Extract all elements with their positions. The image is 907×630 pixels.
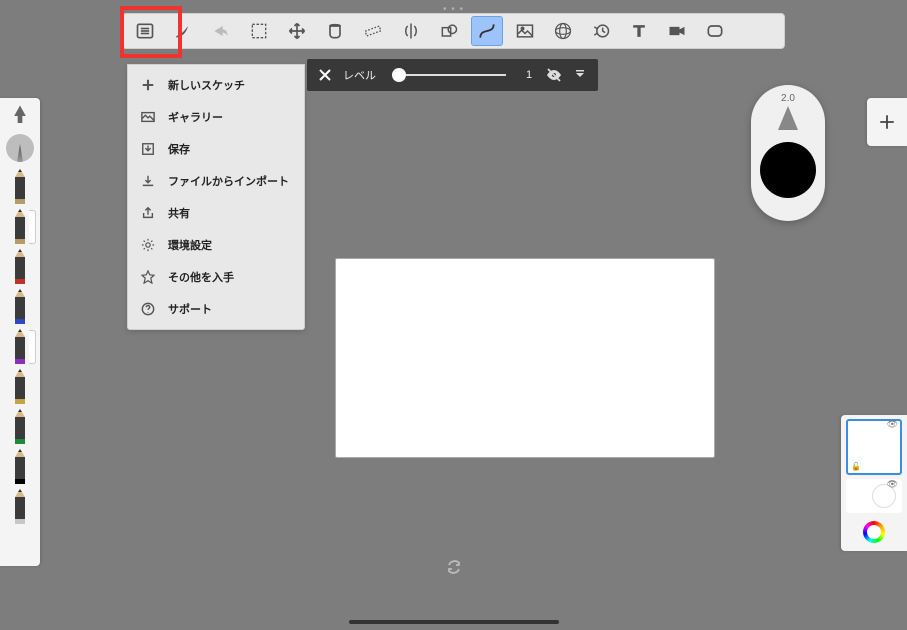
menu-save[interactable]: 保存	[128, 133, 304, 165]
timelapse-tool[interactable]	[585, 16, 617, 46]
pencil-4[interactable]	[9, 328, 31, 366]
pencil-2[interactable]	[9, 248, 31, 286]
level-bar: レベル 1	[307, 59, 598, 91]
home-indicator	[349, 620, 559, 624]
import-icon	[140, 173, 156, 189]
brush-tool[interactable]	[167, 16, 199, 46]
menu-gallery[interactable]: ギャラリー	[128, 101, 304, 133]
pencil-7[interactable]	[9, 448, 31, 486]
menu-share[interactable]: 共有	[128, 197, 304, 229]
pencil-5[interactable]	[9, 368, 31, 406]
gallery-icon	[140, 109, 156, 125]
canvas-area[interactable]	[335, 258, 715, 458]
menu-preferences[interactable]: 環境設定	[128, 229, 304, 261]
layer-visibility-icon[interactable]: 👁	[887, 419, 898, 430]
star-icon	[140, 269, 156, 285]
layer-background[interactable]: 👁	[846, 479, 902, 513]
pencil-3[interactable]	[9, 288, 31, 326]
pencil-6[interactable]	[9, 408, 31, 446]
menu-new-sketch[interactable]: 新しいスケッチ	[128, 69, 304, 101]
gear-icon	[140, 237, 156, 253]
pencil-1[interactable]	[9, 208, 31, 246]
brush-color-swatch[interactable]	[760, 142, 816, 198]
pencil-8[interactable]	[9, 488, 31, 526]
brush-rail-top-icon[interactable]	[6, 102, 34, 130]
select-tool[interactable]	[243, 16, 275, 46]
transform-tool[interactable]	[281, 16, 313, 46]
menu-label: 共有	[168, 205, 190, 221]
menu-label: 保存	[168, 141, 190, 157]
level-label: レベル	[343, 67, 376, 83]
pencil-list	[0, 168, 40, 526]
brush-nib-icon	[775, 106, 801, 136]
brush-puck[interactable]: 2.0	[751, 85, 825, 221]
level-visibility-icon[interactable]	[546, 67, 562, 83]
color-picker-button[interactable]	[863, 521, 885, 543]
plus-icon	[140, 77, 156, 93]
symmetry-tool[interactable]	[395, 16, 427, 46]
shape-tool[interactable]	[433, 16, 465, 46]
menu-import[interactable]: ファイルからインポート	[128, 165, 304, 197]
ruler-tool[interactable]	[357, 16, 389, 46]
level-value: 1	[522, 69, 536, 81]
help-icon	[140, 301, 156, 317]
fullscreen-tool[interactable]	[699, 16, 731, 46]
layer-lock-icon[interactable]: 🔓	[851, 462, 861, 471]
brush-preview-circle[interactable]	[6, 134, 34, 162]
fill-tool[interactable]	[319, 16, 351, 46]
share-icon	[140, 205, 156, 221]
brush-size-label: 2.0	[781, 93, 795, 104]
save-icon	[140, 141, 156, 157]
menu-label: サポート	[168, 301, 212, 317]
curve-tool[interactable]	[471, 16, 503, 46]
image-tool[interactable]	[509, 16, 541, 46]
level-close-button[interactable]	[317, 67, 333, 83]
menu-button[interactable]	[129, 16, 161, 46]
menu-label: その他を入手	[168, 269, 234, 285]
sync-icon	[446, 559, 462, 580]
layer-visibility-icon[interactable]: 👁	[887, 479, 898, 490]
level-slider[interactable]	[392, 74, 506, 76]
menu-label: ファイルからインポート	[168, 173, 289, 189]
menu-label: 環境設定	[168, 237, 212, 253]
layers-panel: 👁 🔓 👁	[841, 415, 907, 551]
pencil-0[interactable]	[9, 168, 31, 206]
redo-button[interactable]	[205, 16, 237, 46]
camera-tool[interactable]	[661, 16, 693, 46]
main-menu-dropdown: 新しいスケッチ ギャラリー 保存 ファイルからインポート 共有 環境設定 その他…	[127, 64, 305, 330]
menu-label: 新しいスケッチ	[168, 77, 245, 93]
brush-rail	[0, 98, 40, 566]
menu-label: ギャラリー	[168, 109, 223, 125]
text-tool[interactable]	[623, 16, 655, 46]
main-toolbar	[122, 13, 785, 49]
add-layer-button[interactable]	[867, 98, 907, 146]
perspective-tool[interactable]	[547, 16, 579, 46]
menu-support[interactable]: サポート	[128, 293, 304, 325]
menu-get-more[interactable]: その他を入手	[128, 261, 304, 293]
layer-1[interactable]: 👁 🔓	[846, 419, 902, 475]
level-collapse-icon[interactable]	[572, 67, 588, 83]
